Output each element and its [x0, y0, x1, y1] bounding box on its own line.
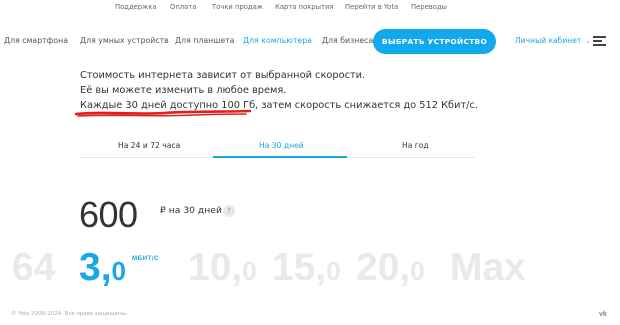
menu-icon[interactable]: [593, 36, 606, 46]
top-link-support[interactable]: Поддержка: [115, 3, 157, 11]
tab-24-72-hours[interactable]: На 24 и 72 часа: [118, 141, 180, 150]
description-line: Её вы можете изменить в любое время.: [80, 85, 287, 96]
top-link-payment[interactable]: Оплата: [170, 3, 196, 11]
nav-item-tablet[interactable]: Для планшета: [175, 36, 234, 45]
top-links-bar: Поддержка Оплата Точки продаж Карта покр…: [0, 3, 620, 15]
speed-option-10[interactable]: 10,0: [188, 246, 257, 290]
speed-option-3[interactable]: 3,0: [79, 246, 126, 290]
copyright: © Yota 2008–2024. Все права защищены.: [11, 311, 128, 317]
top-link-stores[interactable]: Точки продаж: [212, 3, 263, 11]
help-icon[interactable]: ?: [223, 205, 235, 217]
vk-icon[interactable]: vk: [599, 311, 607, 318]
top-link-go-to-yota[interactable]: Перейти в Yota: [345, 3, 398, 11]
price-amount: 600: [79, 194, 138, 235]
speed-selector: 64 3,0 МБИТ/С 10,0 15,0 20,0 Max: [0, 242, 620, 292]
top-link-coverage-map[interactable]: Карта покрытия: [275, 3, 333, 11]
active-tab-indicator: [213, 156, 347, 158]
chevron-down-icon: ⌄: [585, 38, 591, 45]
speed-unit-label: МБИТ/С: [132, 255, 160, 262]
description-line: Стоимость интернета зависит от выбранной…: [80, 70, 366, 81]
tab-30-days[interactable]: На 30 дней: [259, 141, 304, 150]
speed-option-15[interactable]: 15,0: [272, 246, 341, 290]
speed-option-max[interactable]: Max: [450, 246, 526, 290]
price-unit: ₽ на 30 дней: [160, 205, 222, 216]
tab-year[interactable]: На год: [402, 141, 429, 150]
nav-item-business[interactable]: Для бизнеса: [322, 36, 373, 45]
period-tabs: На 24 и 72 часа На 30 дней На год: [80, 132, 475, 158]
red-underline-annotation: [74, 109, 252, 117]
choose-device-button[interactable]: ВЫБРАТЬ УСТРОЙСТВО: [373, 29, 496, 54]
account-link[interactable]: Личный кабинет ⌄: [515, 36, 590, 45]
nav-item-smart-devices[interactable]: Для умных устройств: [80, 36, 169, 45]
tariff-description: Стоимость интернета зависит от выбранной…: [80, 68, 478, 113]
speed-option-64[interactable]: 64: [12, 246, 55, 290]
nav-item-smartphone[interactable]: Для смартфона: [4, 36, 68, 45]
account-label: Личный кабинет: [515, 36, 582, 45]
speed-option-20[interactable]: 20,0: [356, 246, 425, 290]
top-link-transfers[interactable]: Переводы: [411, 3, 447, 11]
nav-item-computer[interactable]: Для компьютера: [243, 36, 312, 45]
